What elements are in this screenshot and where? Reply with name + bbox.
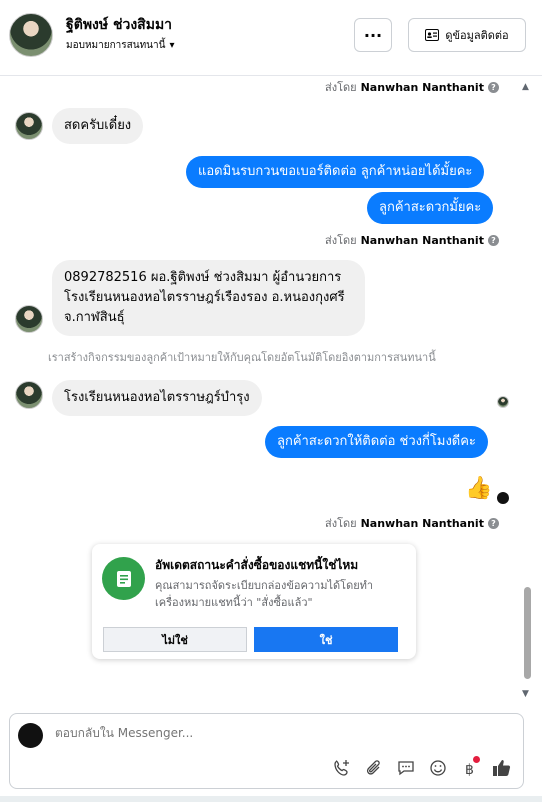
svg-text:฿: ฿ [465, 762, 474, 777]
sender-avatar [15, 112, 43, 140]
page-bottom-strip [0, 796, 542, 802]
seen-indicator-avatar [497, 492, 509, 504]
sent-by-agent: Nanwhan Nanthanit [360, 516, 484, 530]
reply-composer: ฿ [9, 713, 524, 789]
sent-by-note: ส่งโดย Nanwhan Nanthanit ? [325, 231, 499, 249]
sent-by-prefix: ส่งโดย [325, 234, 357, 247]
incoming-message[interactable]: 0892782516 ผอ.ฐิติพงษ์ ช่วงสิมมา ผู้อำนว… [52, 260, 365, 336]
scrollbar-thumb[interactable] [524, 587, 531, 679]
sender-avatar [15, 305, 43, 333]
sent-by-agent: Nanwhan Nanthanit [360, 233, 484, 247]
saved-replies-icon[interactable] [396, 758, 416, 778]
caret-down-icon: ▾ [169, 40, 175, 51]
reply-input[interactable] [55, 726, 475, 740]
outgoing-message[interactable]: ลูกค้าสะดวกให้ติดต่อ ช่วงกี่โมงดีคะ [265, 426, 488, 458]
payment-icon[interactable]: ฿ [460, 756, 480, 778]
order-status-card: อัพเดตสถานะคำสั่งซื้อของแชทนี้ใช่ไหม คุณ… [92, 544, 416, 659]
emoji-icon[interactable] [428, 758, 448, 778]
contact-name[interactable]: ฐิติพงษ์ ช่วงสิมมา [66, 14, 172, 36]
contact-avatar[interactable] [9, 13, 53, 57]
more-options-button[interactable]: ··· [354, 18, 392, 52]
no-button[interactable]: ไม่ใช่ [103, 627, 247, 652]
outgoing-message[interactable]: ลูกค้าสะดวกมั้ยคะ [367, 192, 494, 224]
thumbs-up-icon: 👍 [465, 476, 493, 501]
sent-by-prefix: ส่งโดย [325, 517, 357, 530]
page-avatar [18, 723, 43, 748]
card-body: คุณสามารถจัดระเบียบกล่องข้อความได้โดยทำเ… [155, 579, 374, 609]
ellipsis-icon: ··· [363, 25, 383, 45]
order-list-icon [102, 557, 145, 600]
info-icon[interactable]: ? [487, 517, 499, 529]
assign-conversation-dropdown[interactable]: มอบหมายการสนทนานี้ ▾ [66, 38, 175, 53]
yes-button[interactable]: ใช่ [254, 627, 398, 652]
send-like-icon[interactable] [492, 758, 512, 778]
assign-label: มอบหมายการสนทนานี้ [66, 40, 166, 51]
attachment-icon[interactable] [364, 758, 384, 778]
notification-dot [473, 756, 480, 763]
card-title: อัพเดตสถานะคำสั่งซื้อของแชทนี้ใช่ไหม [155, 558, 359, 572]
incoming-message[interactable]: สดครับเดี๋ยง [52, 108, 144, 144]
incoming-message[interactable]: โรงเรียนหนองหอไตรราษฎร์บำรุง [52, 380, 262, 416]
info-icon[interactable]: ? [487, 234, 499, 246]
sent-by-note: ส่งโดย Nanwhan Nanthanit ? [325, 514, 499, 532]
sent-by-note: ส่งโดย Nanwhan Nanthanit ? [325, 78, 499, 96]
system-note: เราสร้างกิจกรรมของลูกค้าเป้าหมายให้กับคุ… [48, 351, 436, 364]
conversation-header: ฐิติพงษ์ ช่วงสิมมา มอบหมายการสนทนานี้ ▾ … [0, 0, 542, 76]
sent-by-agent: Nanwhan Nanthanit [360, 80, 484, 94]
info-icon[interactable]: ? [487, 81, 499, 93]
outgoing-message[interactable]: แอดมินรบกวนขอเบอร์ติดต่อ ลูกค้าหน่อยได้ม… [186, 156, 485, 188]
composer-toolbar: ฿ [332, 756, 512, 778]
sender-avatar [15, 381, 43, 409]
scroll-down-arrow[interactable]: ▼ [522, 689, 529, 699]
contact-button-label: ดูข้อมูลติดต่อ [445, 29, 509, 42]
sent-by-prefix: ส่งโดย [325, 81, 357, 94]
view-contact-info-button[interactable]: ดูข้อมูลติดต่อ [408, 18, 526, 52]
seen-indicator-avatar [497, 396, 509, 408]
scroll-up-arrow[interactable]: ▲ [522, 82, 529, 92]
call-add-icon[interactable] [332, 758, 352, 778]
contact-card-icon [425, 29, 440, 41]
